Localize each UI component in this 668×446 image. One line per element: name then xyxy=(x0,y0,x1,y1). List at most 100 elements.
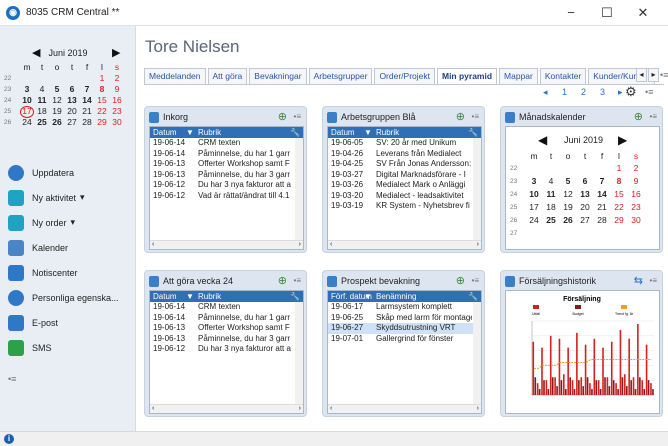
calendar-day[interactable]: 29 xyxy=(611,215,627,225)
table-row[interactable]: 19-06-14 Påminnelse, du har 1 garr xyxy=(150,313,303,324)
table-row[interactable]: 19-06-12 Vad är rättat/ändrat till 4.1 xyxy=(150,191,303,202)
sort-arrow-icon[interactable]: ▼ xyxy=(364,128,372,137)
next-month-button[interactable]: ▶ xyxy=(112,46,120,59)
wrench-icon[interactable]: 🔧 xyxy=(290,292,300,301)
table-row[interactable]: 19-06-12 Du har 3 nya fakturor att a xyxy=(150,344,303,355)
horizontal-scrollbar[interactable]: ‹ › xyxy=(328,404,481,413)
calendar-day[interactable]: 26 xyxy=(560,215,576,225)
calendar-day[interactable]: 12 xyxy=(50,95,64,105)
tab-att-göra[interactable]: Att göra xyxy=(207,68,248,84)
sort-arrow-icon[interactable]: ▼ xyxy=(186,292,194,301)
wrench-icon[interactable]: 🔧 xyxy=(290,128,300,137)
gear-icon[interactable]: ⚙ xyxy=(625,84,637,100)
calendar-day[interactable]: 30 xyxy=(628,215,644,225)
column-header[interactable]: Datum xyxy=(153,128,177,137)
tab-arbetsgrupper[interactable]: Arbetsgrupper xyxy=(308,68,373,84)
table-row[interactable]: 19-03-26 Medialect Mark o Anläggi xyxy=(328,180,481,191)
calendar-day[interactable]: 18 xyxy=(543,202,559,212)
vertical-scrollbar[interactable] xyxy=(473,138,481,240)
calendar-day[interactable]: 5 xyxy=(560,176,576,186)
scroll-right-icon[interactable]: › xyxy=(299,405,301,412)
calendar-day[interactable]: 22 xyxy=(611,202,627,212)
table-row[interactable]: 19-06-13 Påminnelse, du har 3 garr xyxy=(150,334,303,345)
calendar-day[interactable]: 24 xyxy=(20,117,34,127)
page-next-button[interactable]: ▸ xyxy=(618,87,623,98)
wrench-icon[interactable]: 🔧 xyxy=(468,128,478,137)
menu-item-new-order[interactable]: Ny order ▾ xyxy=(0,210,136,235)
widget-menu-icon[interactable]: •≡ xyxy=(650,276,657,285)
calendar-day[interactable]: 14 xyxy=(80,95,94,105)
tab-prev-button[interactable]: ◂ xyxy=(636,68,647,82)
vertical-scrollbar[interactable] xyxy=(295,138,303,240)
calendar-day[interactable]: 8 xyxy=(95,84,109,94)
calendar-day[interactable]: 27 xyxy=(577,215,593,225)
calendar-day[interactable]: 15 xyxy=(95,95,109,105)
menu-item-personal-settings[interactable]: Personliga egenska... xyxy=(0,285,136,310)
zoom-icon[interactable]: ⊕ xyxy=(456,274,465,287)
vertical-scrollbar[interactable] xyxy=(295,302,303,404)
calendar-next-button[interactable]: ▶ xyxy=(618,133,627,147)
zoom-icon[interactable]: ⊕ xyxy=(634,110,643,123)
calendar-day[interactable]: 4 xyxy=(35,84,49,94)
calendar-day[interactable]: 18 xyxy=(35,106,49,116)
scroll-right-icon[interactable]: › xyxy=(299,241,301,248)
chevron-down-icon[interactable]: ▾ xyxy=(80,192,85,203)
scroll-right-icon[interactable]: › xyxy=(477,405,479,412)
calendar-day[interactable]: 13 xyxy=(65,95,79,105)
column-header[interactable]: Rubrik xyxy=(376,128,399,137)
zoom-icon[interactable]: ⊕ xyxy=(278,274,287,287)
vertical-scrollbar[interactable] xyxy=(473,302,481,404)
calendar-day[interactable]: 3 xyxy=(526,176,542,186)
horizontal-scrollbar[interactable]: ‹ › xyxy=(150,240,303,249)
table-row[interactable]: 19-04-26 Leverans från Medialect xyxy=(328,149,481,160)
calendar-day[interactable]: 2 xyxy=(110,73,124,83)
zoom-icon[interactable]: ⊕ xyxy=(456,110,465,123)
calendar-day[interactable]: 2 xyxy=(628,163,644,173)
table-row[interactable]: 19-06-13 Påminnelse, du har 3 garr xyxy=(150,170,303,181)
table-row[interactable]: 19-06-05 SV: 20 år med Unikum xyxy=(328,138,481,149)
table-row[interactable]: 19-07-01 Gallergrind för fönster xyxy=(328,334,481,345)
calendar-day[interactable]: 25 xyxy=(35,117,49,127)
widget-menu-icon[interactable]: •≡ xyxy=(650,112,657,121)
column-header[interactable]: Datum xyxy=(153,292,177,301)
table-row[interactable]: 19-03-19 KR System - Nyhetsbrev fi xyxy=(328,201,481,212)
calendar-day[interactable]: 28 xyxy=(80,117,94,127)
menu-item-sms[interactable]: SMS xyxy=(0,335,136,360)
calendar-day[interactable]: 16 xyxy=(628,189,644,199)
calendar-day[interactable]: 13 xyxy=(577,189,593,199)
tab-order-projekt[interactable]: Order/Projekt xyxy=(374,68,435,84)
menu-more-icon[interactable]: •≡ xyxy=(8,374,16,384)
table-row[interactable]: 19-04-25 SV Från Jonas Andersson: xyxy=(328,159,481,170)
calendar-day[interactable]: 8 xyxy=(611,176,627,186)
calendar-day[interactable]: 12 xyxy=(560,189,576,199)
wrench-icon[interactable]: 🔧 xyxy=(468,292,478,301)
table-row[interactable]: 19-06-14 CRM texten xyxy=(150,138,303,149)
tab-menu-icon[interactable]: •≡ xyxy=(660,70,668,80)
column-header[interactable]: Rubrik xyxy=(198,292,221,301)
calendar-day[interactable]: 19 xyxy=(50,106,64,116)
calendar-day[interactable]: 23 xyxy=(110,106,124,116)
calendar-day[interactable]: 25 xyxy=(543,215,559,225)
calendar-day[interactable]: 23 xyxy=(628,202,644,212)
table-row[interactable]: 19-06-13 Offerter Workshop samt F xyxy=(150,323,303,334)
calendar-day[interactable]: 26 xyxy=(50,117,64,127)
close-button[interactable]: ✕ xyxy=(628,4,658,22)
calendar-day[interactable]: 15 xyxy=(611,189,627,199)
tab-bevakningar[interactable]: Bevakningar xyxy=(249,68,307,84)
calendar-day[interactable]: 24 xyxy=(526,215,542,225)
page-prev-button[interactable]: ◂ xyxy=(543,87,548,98)
calendar-day[interactable]: 21 xyxy=(80,106,94,116)
calendar-day[interactable]: 22 xyxy=(95,106,109,116)
page-menu-icon[interactable]: •≡ xyxy=(645,87,653,97)
menu-item-new-activity[interactable]: Ny aktivitet ▾ xyxy=(0,185,136,210)
chevron-down-icon[interactable]: ▾ xyxy=(71,217,76,228)
scroll-left-icon[interactable]: ‹ xyxy=(152,241,154,248)
calendar-day[interactable]: 1 xyxy=(95,73,109,83)
calendar-day[interactable]: 20 xyxy=(577,202,593,212)
calendar-day[interactable]: 7 xyxy=(594,176,610,186)
calendar-day[interactable]: 19 xyxy=(560,202,576,212)
tab-meddelanden[interactable]: Meddelanden xyxy=(144,68,206,84)
table-row[interactable]: 19-06-12 Du har 3 nya fakturor att a xyxy=(150,180,303,191)
maximize-button[interactable]: ☐ xyxy=(592,4,622,22)
calendar-day[interactable]: 10 xyxy=(20,95,34,105)
